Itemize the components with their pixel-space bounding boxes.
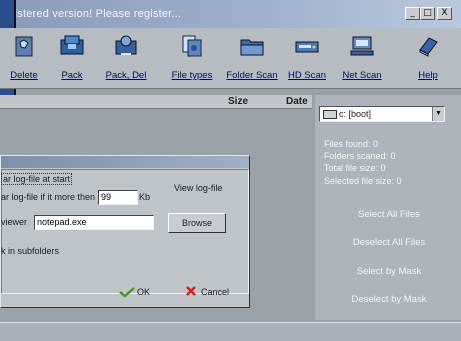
toolbar-folder-scan-button[interactable]: Folder Scan	[225, 28, 279, 88]
cancel-x-icon	[185, 285, 197, 297]
log-size-unit: Kb	[139, 192, 151, 202]
window-title: egistered version! Please register...	[2, 8, 182, 20]
folders-scanned: Folders scaned: 0	[324, 151, 396, 161]
look-in-subfolders-label[interactable]: k in subfolders	[1, 246, 59, 256]
folder-scan-icon	[240, 39, 264, 56]
ok-button[interactable]: OK	[137, 287, 150, 297]
log-size-input[interactable]: 99	[98, 190, 138, 205]
pack-delete-icon	[115, 35, 137, 55]
pack-icon	[60, 35, 84, 55]
minimize-button[interactable]: _	[405, 7, 420, 20]
hd-scan-icon	[295, 41, 319, 53]
maximize-button[interactable]: □	[420, 7, 435, 20]
select-all-files-button[interactable]: Select All Files	[318, 209, 460, 220]
total-file-size: Total file size: 0	[324, 163, 386, 173]
toolbar-file-types-button[interactable]: File types	[166, 28, 218, 88]
dialog-title-bar	[1, 156, 249, 168]
select-by-mask-button[interactable]: Select by Mask	[318, 266, 460, 277]
status-bar	[0, 322, 461, 341]
viewer-label: viewer	[1, 217, 28, 227]
files-found: Files found: 0	[324, 139, 379, 149]
help-book-icon	[419, 37, 438, 57]
clear-log-if-more-label[interactable]: ar log-file if it more then	[1, 192, 95, 202]
file-types-icon	[182, 35, 202, 57]
browse-button[interactable]: Browse	[168, 213, 226, 233]
toolbar-pack-button[interactable]: Pack	[50, 28, 94, 88]
deselect-by-mask-button[interactable]: Deselect by Mask	[318, 294, 460, 305]
toolbar: Delete Pack Pack, Del File types Folder …	[0, 28, 461, 89]
drive-select[interactable]: c: [boot] ▼	[319, 106, 445, 122]
deselect-all-files-button[interactable]: Deselect All Files	[318, 237, 460, 248]
toolbar-pack-del-button[interactable]: Pack, Del	[99, 28, 153, 88]
right-panel	[315, 95, 461, 320]
column-size[interactable]: Size	[228, 95, 248, 108]
chevron-down-icon[interactable]: ▼	[432, 107, 444, 121]
view-log-file-link[interactable]: View log-file	[174, 183, 222, 193]
viewer-input[interactable]: notepad.exe	[34, 215, 154, 230]
clear-log-at-start-label[interactable]: ar log-file at start	[1, 173, 73, 185]
toolbar-delete-button[interactable]: Delete	[4, 28, 44, 88]
column-date[interactable]: Date	[286, 95, 308, 108]
selected-file-size: Selected file size: 0	[324, 176, 402, 186]
file-list-header: Size Date	[0, 95, 312, 109]
ok-check-icon	[118, 286, 136, 298]
drive-select-value: c: [boot]	[339, 109, 372, 119]
toolbar-net-scan-button[interactable]: Net Scan	[337, 28, 387, 88]
drive-icon	[323, 110, 337, 119]
settings-dialog: ar log-file at start ar log-file if it m…	[0, 155, 250, 308]
toolbar-hd-scan-button[interactable]: HD Scan	[284, 28, 330, 88]
toolbar-help-button[interactable]: Help	[410, 28, 446, 88]
title-bar: egistered version! Please register... _ …	[0, 0, 461, 28]
recycle-bin-icon	[15, 36, 33, 57]
cancel-button[interactable]: Cancel	[201, 287, 229, 297]
net-scan-icon	[350, 36, 374, 56]
close-button[interactable]: X	[437, 7, 452, 20]
